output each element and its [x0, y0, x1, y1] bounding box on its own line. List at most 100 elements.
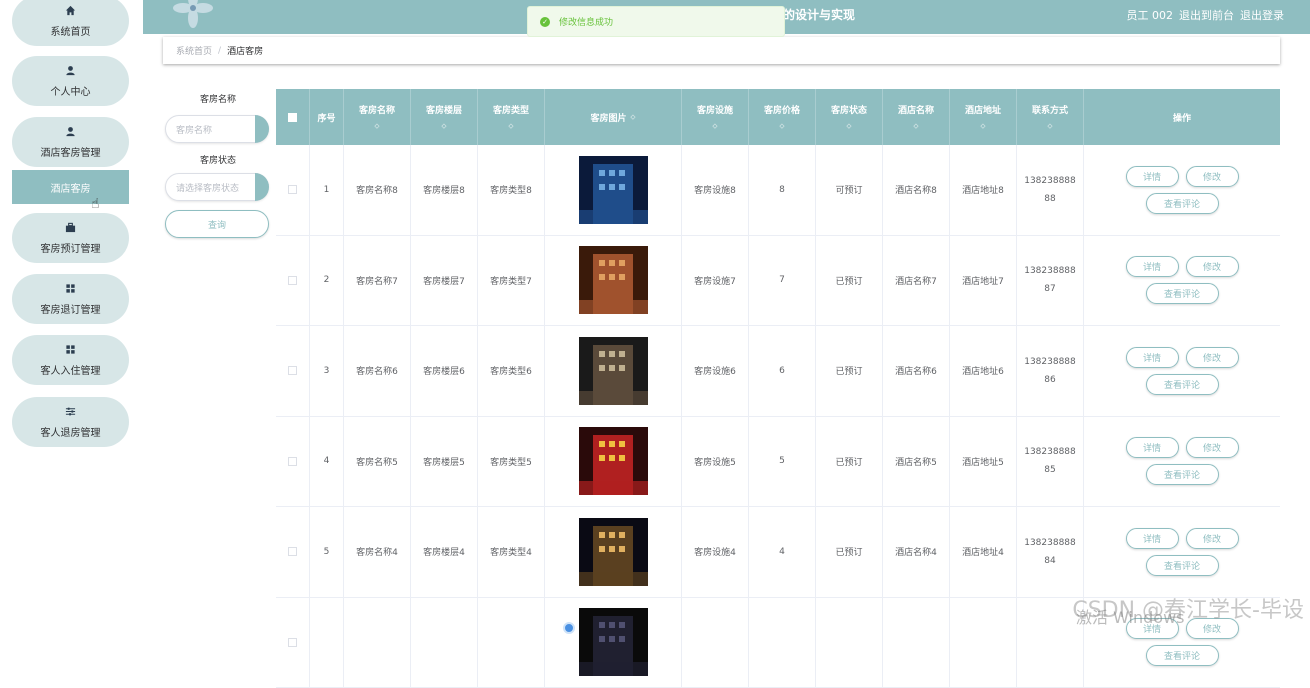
view-comments-button[interactable]: 查看评论	[1146, 374, 1219, 395]
row-checkbox[interactable]	[288, 276, 297, 285]
cell-type: 客房类型6	[478, 326, 545, 416]
sort-icon[interactable]: ⬦	[981, 122, 986, 131]
cell-type: 客房类型7	[478, 236, 545, 326]
query-button[interactable]: 查询	[165, 210, 269, 238]
view-comments-button[interactable]: 查看评论	[1146, 283, 1219, 304]
sidebar-item-profile[interactable]: 个人中心	[12, 56, 129, 106]
sort-icon[interactable]: ⬦	[509, 122, 514, 131]
detail-button[interactable]: 详情	[1126, 256, 1179, 277]
cell-actions: 详情 修改 查看评论	[1084, 236, 1280, 326]
edit-button[interactable]: 修改	[1186, 528, 1239, 549]
edit-button[interactable]: 修改	[1186, 166, 1239, 187]
view-comments-button[interactable]: 查看评论	[1146, 464, 1219, 485]
sort-icon[interactable]: ⬦	[1048, 122, 1053, 131]
cell-contact: 13823888885	[1017, 417, 1084, 507]
row-checkbox[interactable]	[288, 366, 297, 375]
detail-button[interactable]: 详情	[1126, 437, 1179, 458]
col-header-contact[interactable]: 联系方式⬦	[1017, 89, 1084, 145]
col-header-address[interactable]: 酒店地址⬦	[950, 89, 1017, 145]
edit-button[interactable]: 修改	[1186, 347, 1239, 368]
sidebar-item-label: 客房预订管理	[41, 240, 101, 255]
room-photo[interactable]	[579, 427, 648, 495]
sidebar-item-home[interactable]: 系统首页	[12, 0, 129, 46]
row-checkbox[interactable]	[288, 638, 297, 647]
cell-hotel: 酒店名称6	[883, 326, 950, 416]
sidebar-item-room-management[interactable]: 酒店客房管理	[12, 117, 129, 167]
col-header-facility[interactable]: 客房设施⬦	[682, 89, 749, 145]
cell-price: 7	[749, 236, 816, 326]
col-header-status[interactable]: 客房状态⬦	[816, 89, 883, 145]
cell-type: 客房类型8	[478, 145, 545, 235]
breadcrumb-home[interactable]: 系统首页	[176, 44, 212, 57]
room-photo[interactable]	[579, 337, 648, 405]
sidebar-item-label: 客人入住管理	[41, 362, 101, 377]
col-header-hotel[interactable]: 酒店名称⬦	[883, 89, 950, 145]
cell-name: 客房名称6	[344, 326, 411, 416]
sidebar-subitem-hotel-rooms[interactable]: 酒店客房	[12, 170, 129, 204]
cell-address: 酒店地址6	[950, 326, 1017, 416]
col-header-name[interactable]: 客房名称⬦	[344, 89, 411, 145]
back-to-front-link[interactable]: 退出到前台	[1179, 7, 1234, 23]
sort-icon[interactable]: ⬦	[780, 122, 785, 131]
cell-price	[749, 598, 816, 688]
scroll-indicator-icon	[563, 622, 575, 634]
sidebar-item-label: 酒店客房管理	[41, 144, 101, 159]
col-header-index: 序号	[310, 89, 344, 145]
cell-hotel	[883, 598, 950, 688]
detail-button[interactable]: 详情	[1126, 166, 1179, 187]
room-photo[interactable]	[579, 518, 648, 586]
room-status-select[interactable]: 请选择客房状态	[165, 173, 269, 201]
room-photo[interactable]	[579, 156, 648, 224]
sort-icon[interactable]: ⬦	[713, 122, 718, 131]
room-name-input[interactable]: 客房名称	[165, 115, 269, 143]
logout-link[interactable]: 退出登录	[1240, 7, 1284, 23]
sidebar-item-booking[interactable]: 客房预订管理	[12, 213, 129, 263]
table-row: 4 客房名称5 客房楼层5 客房类型5 客房设施5 5 已预订 酒店名称5 酒店…	[276, 417, 1280, 508]
sort-icon[interactable]: ⬦	[375, 122, 380, 131]
view-comments-button[interactable]: 查看评论	[1146, 193, 1219, 214]
cell-name: 客房名称5	[344, 417, 411, 507]
row-checkbox[interactable]	[288, 547, 297, 556]
detail-button[interactable]: 详情	[1126, 347, 1179, 368]
sidebar-item-checkin[interactable]: 客人入住管理	[12, 335, 129, 385]
col-header-image[interactable]: 客房图片⬦	[545, 89, 682, 145]
sidebar-item-checkout[interactable]: 客人退房管理	[12, 397, 129, 447]
sort-icon[interactable]: ⬦	[914, 122, 919, 131]
sidebar-item-cancel[interactable]: 客房退订管理	[12, 274, 129, 324]
view-comments-button[interactable]: 查看评论	[1146, 555, 1219, 576]
row-checkbox[interactable]	[288, 185, 297, 194]
cell-type: 客房类型4	[478, 507, 545, 597]
cell-contact: 13823888888	[1017, 145, 1084, 235]
room-photo[interactable]	[579, 246, 648, 314]
sidebar: 系统首页 个人中心 酒店客房管理 酒店客房 ☝ 客房预订管理 客房退订管理 客人…	[0, 0, 143, 630]
sort-icon[interactable]: ⬦	[631, 113, 636, 122]
col-header-price[interactable]: 客房价格⬦	[749, 89, 816, 145]
cell-index: 4	[310, 417, 344, 507]
edit-button[interactable]: 修改	[1186, 256, 1239, 277]
user-icon	[65, 126, 76, 140]
cell-image	[545, 598, 682, 688]
cell-address	[950, 598, 1017, 688]
row-checkbox[interactable]	[288, 457, 297, 466]
room-status-label: 客房状态	[165, 153, 271, 167]
room-name-label: 客房名称	[165, 92, 271, 106]
cell-name: 客房名称4	[344, 507, 411, 597]
select-all-checkbox[interactable]	[288, 113, 297, 122]
view-comments-button[interactable]: 查看评论	[1146, 645, 1219, 666]
col-header-type[interactable]: 客房类型⬦	[478, 89, 545, 145]
row-select-cell	[276, 145, 310, 235]
sort-icon[interactable]: ⬦	[442, 122, 447, 131]
grid-icon	[65, 344, 76, 358]
detail-button[interactable]: 详情	[1126, 528, 1179, 549]
cell-facility: 客房设施7	[682, 236, 749, 326]
edit-button[interactable]: 修改	[1186, 437, 1239, 458]
col-header-floor[interactable]: 客房楼层⬦	[411, 89, 478, 145]
flower-decoration-icon	[173, 0, 213, 28]
cell-type	[478, 598, 545, 688]
cell-hotel: 酒店名称7	[883, 236, 950, 326]
room-photo[interactable]	[579, 608, 648, 676]
cell-facility: 客房设施6	[682, 326, 749, 416]
success-toast: ✓ 修改信息成功	[527, 6, 785, 37]
sort-icon[interactable]: ⬦	[847, 122, 852, 131]
cell-address: 酒店地址5	[950, 417, 1017, 507]
